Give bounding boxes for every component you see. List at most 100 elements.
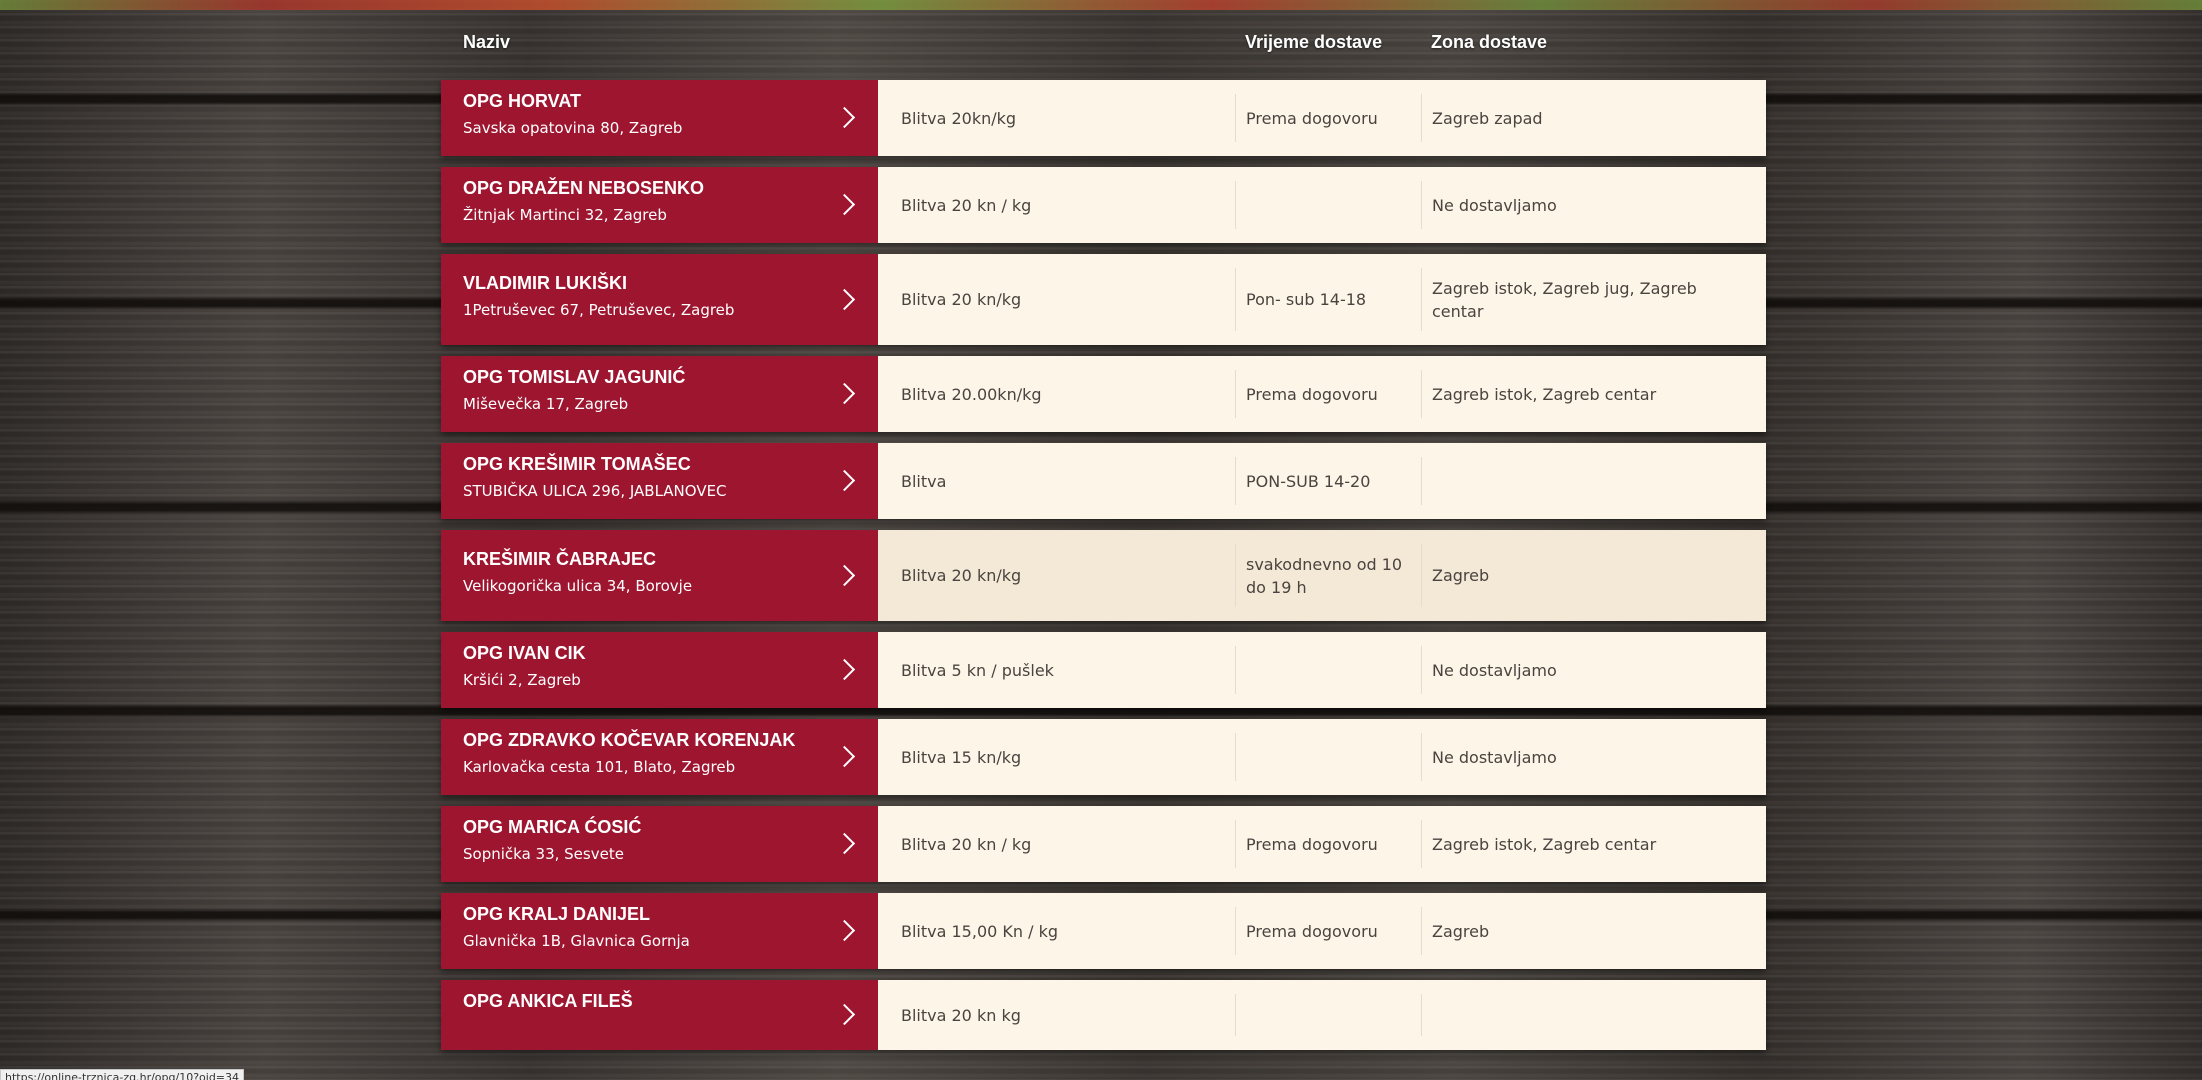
seller-link[interactable]: OPG KREŠIMIR TOMAŠEC STUBIČKA ULICA 296,…: [441, 443, 878, 519]
row-cells: Blitva 20 kn/kg svakodnevno od 10 do 19 …: [878, 530, 1766, 621]
product-cell: Blitva 20 kn / kg: [901, 834, 1032, 854]
row-cells: Blitva 20kn/kg Prema dogovoru Zagreb zap…: [878, 80, 1766, 156]
seller-link[interactable]: VLADIMIR LUKIŠKI 1Petruševec 67, Petruše…: [441, 254, 878, 345]
table-row: VLADIMIR LUKIŠKI 1Petruševec 67, Petruše…: [441, 254, 1766, 345]
seller-name: OPG KREŠIMIR TOMAŠEC: [463, 454, 691, 474]
delivery-zone-cell: Zagreb istok, Zagreb centar: [1421, 820, 1766, 868]
chevron-right-icon: [833, 919, 856, 942]
seller-link[interactable]: OPG IVAN CIK Kršići 2, Zagreb: [441, 632, 878, 708]
delivery-zone-cell: [1421, 994, 1766, 1036]
seller-name: OPG IVAN CIK: [463, 643, 586, 663]
row-cells: Blitva 15,00 Kn / kg Prema dogovoru Zagr…: [878, 893, 1766, 969]
seller-link[interactable]: KREŠIMIR ČABRAJEC Velikogorička ulica 34…: [441, 530, 878, 621]
seller-address: Velikogorička ulica 34, Borovje: [463, 577, 693, 595]
seller-link[interactable]: OPG KRALJ DANIJEL Glavnička 1B, Glavnica…: [441, 893, 878, 969]
seller-address: Sopnička 33, Sesvete: [463, 845, 624, 863]
chevron-right-icon: [833, 745, 856, 768]
chevron-right-icon: [833, 288, 856, 310]
delivery-time-cell: Prema dogovoru: [1235, 94, 1421, 142]
chevron-right-icon: [833, 106, 856, 129]
delivery-time-cell: Prema dogovoru: [1235, 907, 1421, 955]
delivery-time-cell: PON-SUB 14-20: [1235, 457, 1421, 505]
product-cell: Blitva 20 kn/kg: [901, 566, 1022, 585]
row-cells: Blitva 20.00kn/kg Prema dogovoru Zagreb …: [878, 356, 1766, 432]
seller-name: VLADIMIR LUKIŠKI: [463, 273, 627, 293]
product-cell: Blitva 20 kn / kg: [901, 195, 1032, 215]
seller-address: Savska opatovina 80, Zagreb: [463, 119, 683, 137]
row-cells: Blitva 20 kn/kg Pon- sub 14-18 Zagreb is…: [878, 254, 1766, 345]
seller-link[interactable]: OPG ANKICA FILEŠ: [441, 980, 878, 1050]
table-row: OPG KRALJ DANIJEL Glavnička 1B, Glavnica…: [441, 893, 1766, 969]
chevron-right-icon: [833, 193, 856, 216]
seller-name: OPG TOMISLAV JAGUNIĆ: [463, 367, 686, 387]
delivery-zone-cell: Zagreb istok, Zagreb centar: [1421, 370, 1766, 418]
table-row: OPG HORVAT Savska opatovina 80, Zagreb B…: [441, 80, 1766, 156]
chevron-right-icon: [833, 564, 856, 586]
seller-name: OPG MARICA ĆOSIĆ: [463, 817, 642, 837]
product-cell: Blitva 20 kn kg: [901, 1005, 1021, 1025]
delivery-time-cell: Prema dogovoru: [1235, 820, 1421, 868]
sellers-table: Naziv Vrijeme dostave Zona dostave OPG H…: [441, 18, 1766, 1061]
seller-address: STUBIČKA ULICA 296, JABLANOVEC: [463, 482, 727, 500]
seller-link[interactable]: OPG HORVAT Savska opatovina 80, Zagreb: [441, 80, 878, 156]
chevron-right-icon: [833, 832, 856, 855]
delivery-zone-cell: Zagreb: [1421, 544, 1766, 607]
table-row: OPG ANKICA FILEŠ Blitva 20 kn kg: [441, 980, 1766, 1050]
product-cell: Blitva 15 kn/kg: [901, 747, 1022, 767]
table-row: OPG KREŠIMIR TOMAŠEC STUBIČKA ULICA 296,…: [441, 443, 1766, 519]
table-row: OPG ZDRAVKO KOČEVAR KORENJAK Karlovačka …: [441, 719, 1766, 795]
row-cells: Blitva PON-SUB 14-20: [878, 443, 1766, 519]
product-cell: Blitva 15,00 Kn / kg: [901, 921, 1059, 941]
delivery-time-cell: [1235, 181, 1421, 229]
row-cells: Blitva 15 kn/kg Ne dostavljamo: [878, 719, 1766, 795]
chevron-right-icon: [833, 469, 856, 492]
row-cells: Blitva 20 kn / kg Prema dogovoru Zagreb …: [878, 806, 1766, 882]
delivery-zone-cell: Zagreb istok, Zagreb jug, Zagreb centar: [1421, 268, 1766, 331]
header-name: Naziv: [463, 32, 511, 52]
delivery-zone-cell: Ne dostavljamo: [1421, 181, 1766, 229]
delivery-time-cell: [1235, 733, 1421, 781]
delivery-time-cell: svakodnevno od 10 do 19 h: [1235, 544, 1421, 607]
seller-address: Karlovačka cesta 101, Blato, Zagreb: [463, 758, 736, 776]
product-cell: Blitva 20kn/kg: [901, 108, 1017, 128]
seller-name: OPG ZDRAVKO KOČEVAR KORENJAK: [463, 730, 796, 750]
seller-link[interactable]: OPG ZDRAVKO KOČEVAR KORENJAK Karlovačka …: [441, 719, 878, 795]
seller-link[interactable]: OPG MARICA ĆOSIĆ Sopnička 33, Sesvete: [441, 806, 878, 882]
row-cells: Blitva 5 kn / pušlek Ne dostavljamo: [878, 632, 1766, 708]
header-delivery-time: Vrijeme dostave: [1245, 32, 1383, 52]
row-cells: Blitva 20 kn kg: [878, 980, 1766, 1050]
table-row: OPG TOMISLAV JAGUNIĆ Miševečka 17, Zagre…: [441, 356, 1766, 432]
seller-address: Miševečka 17, Zagreb: [463, 395, 629, 413]
seller-link[interactable]: OPG TOMISLAV JAGUNIĆ Miševečka 17, Zagre…: [441, 356, 878, 432]
seller-name: KREŠIMIR ČABRAJEC: [463, 549, 657, 569]
delivery-time-cell: Pon- sub 14-18: [1235, 268, 1421, 331]
seller-name: OPG ANKICA FILEŠ: [463, 991, 633, 1011]
row-cells: Blitva 20 kn / kg Ne dostavljamo: [878, 167, 1766, 243]
seller-name: OPG DRAŽEN NEBOSENKO: [463, 178, 705, 198]
delivery-zone-cell: Zagreb: [1421, 907, 1766, 955]
browser-status-bar-url: https://online-trznica-zg.hr/opg/10?oid=…: [0, 1069, 245, 1080]
seller-address: Kršići 2, Zagreb: [463, 671, 581, 689]
product-cell: Blitva 20 kn/kg: [901, 290, 1022, 309]
table-row: OPG IVAN CIK Kršići 2, Zagreb Blitva 5 k…: [441, 632, 1766, 708]
delivery-zone-cell: [1421, 457, 1766, 505]
chevron-right-icon: [833, 382, 856, 405]
product-cell: Blitva 5 kn / pušlek: [901, 660, 1054, 680]
product-cell: Blitva 20.00kn/kg: [901, 384, 1042, 404]
header-delivery-zone: Zona dostave: [1431, 32, 1548, 52]
product-cell: Blitva: [901, 471, 947, 491]
delivery-time-cell: [1235, 646, 1421, 694]
seller-link[interactable]: OPG DRAŽEN NEBOSENKO Žitnjak Martinci 32…: [441, 167, 878, 243]
delivery-zone-cell: Zagreb zapad: [1421, 94, 1766, 142]
table-header: Naziv Vrijeme dostave Zona dostave: [441, 18, 1766, 80]
delivery-time-cell: [1235, 994, 1421, 1036]
seller-address: 1Petruševec 67, Petruševec, Zagreb: [463, 301, 735, 319]
chevron-right-icon: [833, 658, 856, 681]
chevron-right-icon: [833, 1003, 856, 1026]
top-background-strip: [0, 0, 2202, 10]
table-row: OPG DRAŽEN NEBOSENKO Žitnjak Martinci 32…: [441, 167, 1766, 243]
delivery-zone-cell: Ne dostavljamo: [1421, 733, 1766, 781]
table-row: KREŠIMIR ČABRAJEC Velikogorička ulica 34…: [441, 530, 1766, 621]
table-row: OPG MARICA ĆOSIĆ Sopnička 33, Sesvete Bl…: [441, 806, 1766, 882]
delivery-zone-cell: Ne dostavljamo: [1421, 646, 1766, 694]
